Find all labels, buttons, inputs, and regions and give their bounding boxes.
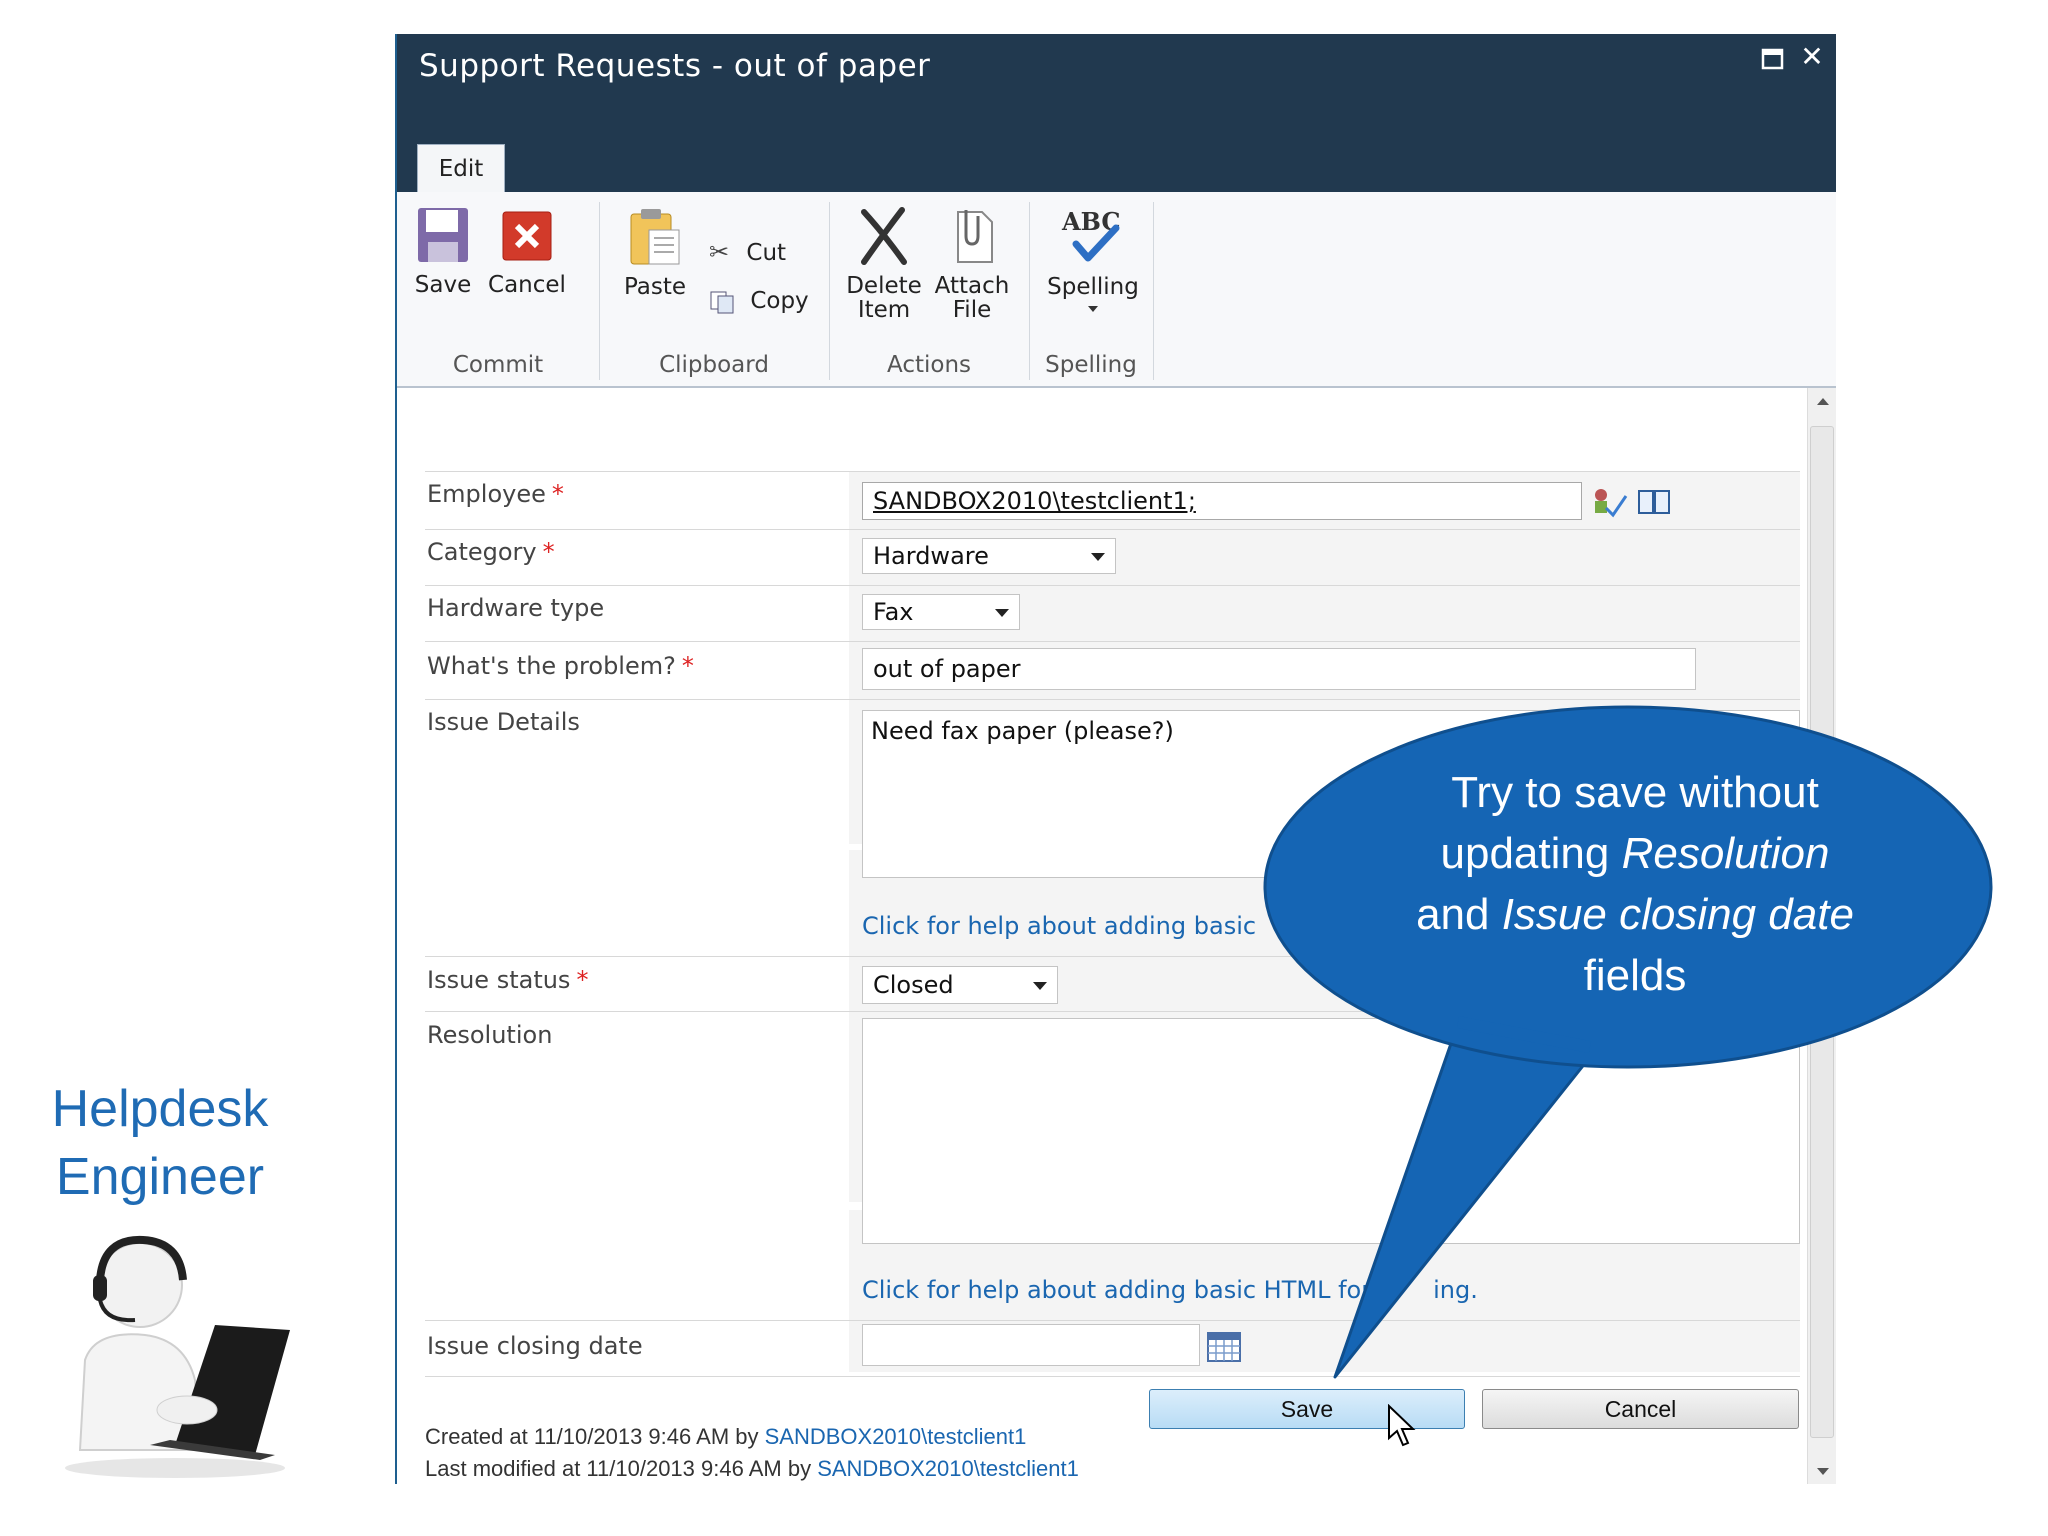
callout-line1: Try to save without [1451,768,1819,817]
ribbon-delete-label: Delete Item [843,274,925,322]
tab-edit[interactable]: Edit [417,144,505,193]
modified-by-link[interactable]: SANDBOX2010\testclient1 [817,1456,1079,1481]
scroll-down-icon[interactable] [1817,1468,1829,1475]
ribbon-cut-label: Cut [746,240,787,266]
helpdesk-engineer-illustration [65,1235,290,1478]
callout-line4: fields [1583,951,1687,1000]
scissors-icon: ✂ [709,238,730,266]
persona-title-line2: Engineer [55,1148,265,1206]
issue-closing-date-input[interactable] [862,1324,1200,1366]
dialog-titlebar: Support Requests - out of paper ✕ Edit [397,34,1836,193]
mouse-pointer-icon [1388,1404,1416,1447]
callout-line2-b: Resolution [1621,829,1830,878]
callout-line2: updating Resolution [1330,823,1940,884]
issue-closing-date-label: Issue closing date [427,1332,643,1360]
dialog-title: Support Requests - out of paper [419,48,931,84]
required-marker: * [542,538,555,566]
maximize-icon[interactable] [1760,46,1786,72]
issue-status-label: Issue status * [427,966,588,994]
resolution-label: Resolution [427,1021,553,1049]
required-marker: * [576,966,589,994]
ribbon-attach-label-line2: File [952,297,992,323]
ribbon-attach-label: Attach File [931,274,1013,322]
check-names-icon[interactable] [1592,486,1628,518]
ribbon: Save Cancel Paste ✂ Cut Copy Delete Item… [397,192,1836,388]
created-info: Created at 11/10/2013 9:46 AM by SANDBOX… [425,1424,1026,1450]
callout-line3-a: and [1416,890,1502,939]
chevron-down-icon [1033,982,1047,990]
save-button[interactable]: Save [1149,1389,1465,1429]
issue-details-help-link[interactable]: Click for help about adding basic [862,912,1256,940]
cancel-icon [502,211,552,261]
ribbon-cut-button[interactable]: ✂ Cut [709,238,829,268]
group-label-commit: Commit [452,352,544,378]
callout-line3-b: Issue closing date [1501,890,1854,939]
category-label: Category * [427,538,555,566]
created-by-link[interactable]: SANDBOX2010\testclient1 [765,1424,1027,1449]
issue-status-value: Closed [873,971,954,999]
modified-prefix: Last modified at 11/10/2013 9:46 AM by [425,1456,818,1481]
issue-status-label-text: Issue status [427,966,571,994]
chevron-down-icon [1091,553,1105,561]
ribbon-delete-label-line2: Item [857,297,911,323]
employee-label-text: Employee [427,480,546,508]
group-label-spelling: Spelling [1045,352,1137,378]
ribbon-cancel-button[interactable]: Cancel [487,206,567,298]
ribbon-spelling-label: Spelling [1047,274,1139,300]
category-value: Hardware [873,542,989,570]
attach-paperclip-icon [957,210,993,263]
callout-line3: and Issue closing date [1330,884,1940,945]
ribbon-delete-item-button[interactable]: Delete Item [843,206,925,322]
ribbon-save-button[interactable]: Save [413,206,473,298]
hardware-type-select[interactable]: Fax [862,594,1020,630]
issue-status-select[interactable]: Closed [862,966,1058,1004]
delete-x-icon [861,207,907,265]
employee-people-picker[interactable]: SANDBOX2010\testclient1; [862,482,1582,520]
problem-input[interactable]: out of paper [862,648,1696,690]
callout-line2-a: updating [1440,829,1622,878]
cancel-button[interactable]: Cancel [1482,1389,1799,1429]
spelling-abc-icon: ABC [1061,207,1120,262]
persona-title-line1: Helpdesk [51,1080,269,1138]
problem-label: What's the problem? * [427,652,694,680]
ribbon-copy-button[interactable]: Copy [709,288,829,318]
category-label-text: Category [427,538,537,566]
floppy-disk-icon [418,208,468,262]
address-book-icon[interactable] [1637,488,1671,516]
group-label-clipboard: Clipboard [659,352,769,378]
copy-icon [710,291,734,313]
group-label-actions: Actions [886,352,971,378]
ribbon-copy-label: Copy [750,288,809,314]
ribbon-save-label: Save [414,272,472,298]
paste-icon [630,209,680,265]
ribbon-cancel-label: Cancel [488,272,566,298]
scroll-up-icon[interactable] [1817,398,1829,405]
issue-details-label: Issue Details [427,708,580,736]
hardware-type-label: Hardware type [427,594,605,622]
ribbon-paste-button[interactable]: Paste [615,206,695,300]
chevron-down-icon [1088,306,1098,312]
ribbon-attach-file-button[interactable]: Attach File [931,206,1013,322]
modified-info: Last modified at 11/10/2013 9:46 AM by S… [425,1456,1079,1482]
ribbon-attach-label-line1: Attach [934,273,1010,299]
created-prefix: Created at 11/10/2013 9:46 AM by [425,1424,765,1449]
close-icon[interactable]: ✕ [1799,42,1825,72]
chevron-down-icon [995,609,1009,617]
calendar-icon[interactable] [1207,1330,1241,1362]
ribbon-paste-label: Paste [623,274,687,300]
callout-text: Try to save without updating Resolution … [1330,762,1940,1006]
category-select[interactable]: Hardware [862,538,1116,574]
ribbon-delete-label-line1: Delete [846,273,922,299]
required-marker: * [551,480,564,508]
problem-label-text: What's the problem? [427,652,676,680]
employee-label: Employee * [427,480,564,508]
hardware-type-value: Fax [873,598,914,626]
persona-title: Helpdesk Engineer [30,1075,290,1211]
required-marker: * [681,652,694,680]
ribbon-spelling-button[interactable]: ABC Spelling [1039,206,1147,312]
